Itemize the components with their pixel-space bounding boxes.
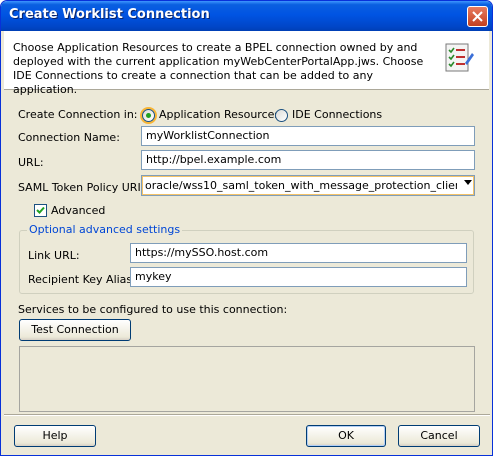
footer-divider	[4, 414, 490, 416]
description-banner: Choose Application Resources to create a…	[4, 31, 489, 96]
chevron-down-icon[interactable]	[464, 180, 472, 185]
title-bar[interactable]: Create Worklist Connection	[1, 1, 492, 31]
connection-name-field[interactable]: myWorklistConnection	[141, 126, 475, 146]
link-url-label: Link URL:	[28, 249, 80, 262]
test-connection-button[interactable]: Test Connection	[19, 319, 131, 341]
link-url-field[interactable]: https://mySSO.host.com	[130, 243, 467, 263]
radio-ide-connections[interactable]	[275, 109, 288, 122]
saml-policy-label: SAML Token Policy URI:	[18, 181, 145, 194]
saml-policy-value: oracle/wss10_saml_token_with_message_pro…	[145, 179, 457, 192]
url-label: URL:	[18, 156, 44, 169]
radio-application-resources-label[interactable]: Application Resources	[159, 108, 280, 121]
dialog-window: Create Worklist Connection Choose Applic…	[0, 0, 493, 456]
close-icon	[472, 11, 483, 22]
ok-button[interactable]: OK	[306, 425, 386, 447]
services-label: Services to be configured to use this co…	[18, 303, 288, 316]
advanced-label[interactable]: Advanced	[51, 204, 105, 217]
radio-application-resources[interactable]	[142, 109, 155, 122]
recipient-key-alias-field[interactable]: mykey	[130, 267, 467, 287]
radio-ide-connections-label[interactable]: IDE Connections	[292, 108, 382, 121]
close-button[interactable]	[467, 6, 488, 27]
cancel-button[interactable]: Cancel	[398, 425, 480, 447]
checkmark-icon	[36, 206, 45, 214]
advanced-settings-title: Optional advanced settings	[27, 223, 183, 236]
advanced-checkbox[interactable]	[34, 204, 47, 217]
window-title: Create Worklist Connection	[9, 7, 210, 22]
connection-name-label: Connection Name:	[18, 131, 120, 144]
description-text: Choose Application Resources to create a…	[13, 41, 424, 96]
recipient-key-alias-label: Recipient Key Alias:	[28, 273, 136, 286]
url-field[interactable]: http://bpel.example.com	[141, 150, 475, 170]
help-button[interactable]: Help	[14, 425, 96, 447]
saml-policy-dropdown[interactable]: oracle/wss10_saml_token_with_message_pro…	[141, 175, 475, 196]
create-in-label: Create Connection in:	[18, 108, 138, 121]
checklist-icon	[445, 43, 474, 72]
test-results-area[interactable]	[19, 346, 475, 412]
